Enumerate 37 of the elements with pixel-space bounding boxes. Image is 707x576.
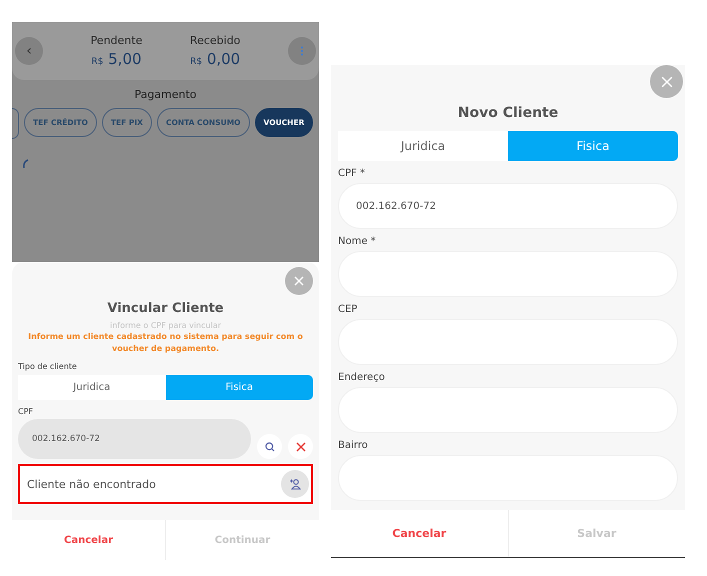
received-label: Recebido (190, 34, 240, 47)
close-button[interactable] (285, 267, 313, 295)
add-client-button[interactable] (281, 470, 309, 498)
search-button[interactable] (257, 434, 282, 459)
person-add-icon (289, 478, 301, 490)
field-label: Bairro (338, 440, 369, 451)
more-button[interactable] (288, 37, 316, 65)
received-amount: R$ 0,00 (190, 50, 240, 68)
payment-chip[interactable] (12, 108, 19, 139)
search-icon (264, 442, 275, 452)
pending-label: Pendente (90, 34, 142, 47)
clear-button[interactable] (288, 434, 313, 459)
field-label: CPF (18, 407, 34, 416)
dialog-title: Vincular Cliente (106, 301, 225, 316)
field-label: CPF * (338, 168, 366, 179)
loading-spinner (22, 159, 30, 169)
field-label: CEP (338, 304, 358, 315)
client-type-tab[interactable]: Juridica (338, 131, 508, 161)
pending-amount: R$ 5,00 (91, 50, 142, 68)
payment-title: Pagamento (134, 88, 197, 101)
warning-message: Informe um cliente cadastrado no sistema para seguir com o voucher de pagamento. (27, 331, 304, 355)
close-icon (296, 442, 306, 452)
dialog-title: Novo Cliente (456, 105, 560, 121)
field-label: Tipo de cliente (18, 362, 78, 371)
close-button[interactable] (650, 65, 683, 98)
more-icon (300, 46, 304, 56)
cpf-field[interactable]: 002.162.670-72 (18, 419, 252, 459)
field-label: Nome * (338, 236, 377, 247)
result-text: Cliente não encontrado (27, 478, 156, 490)
field-label: Endereço (338, 372, 386, 383)
close-icon (660, 76, 672, 88)
client-type-tab[interactable]: Juridica (18, 375, 166, 400)
close-icon (294, 276, 304, 286)
back-button[interactable]: ‹ (15, 37, 43, 65)
client-type-tab[interactable]: Fisica (508, 131, 678, 161)
client-type-tab[interactable]: Fisica (166, 375, 313, 400)
input-field[interactable]: 002.162.670-72 (338, 183, 678, 229)
